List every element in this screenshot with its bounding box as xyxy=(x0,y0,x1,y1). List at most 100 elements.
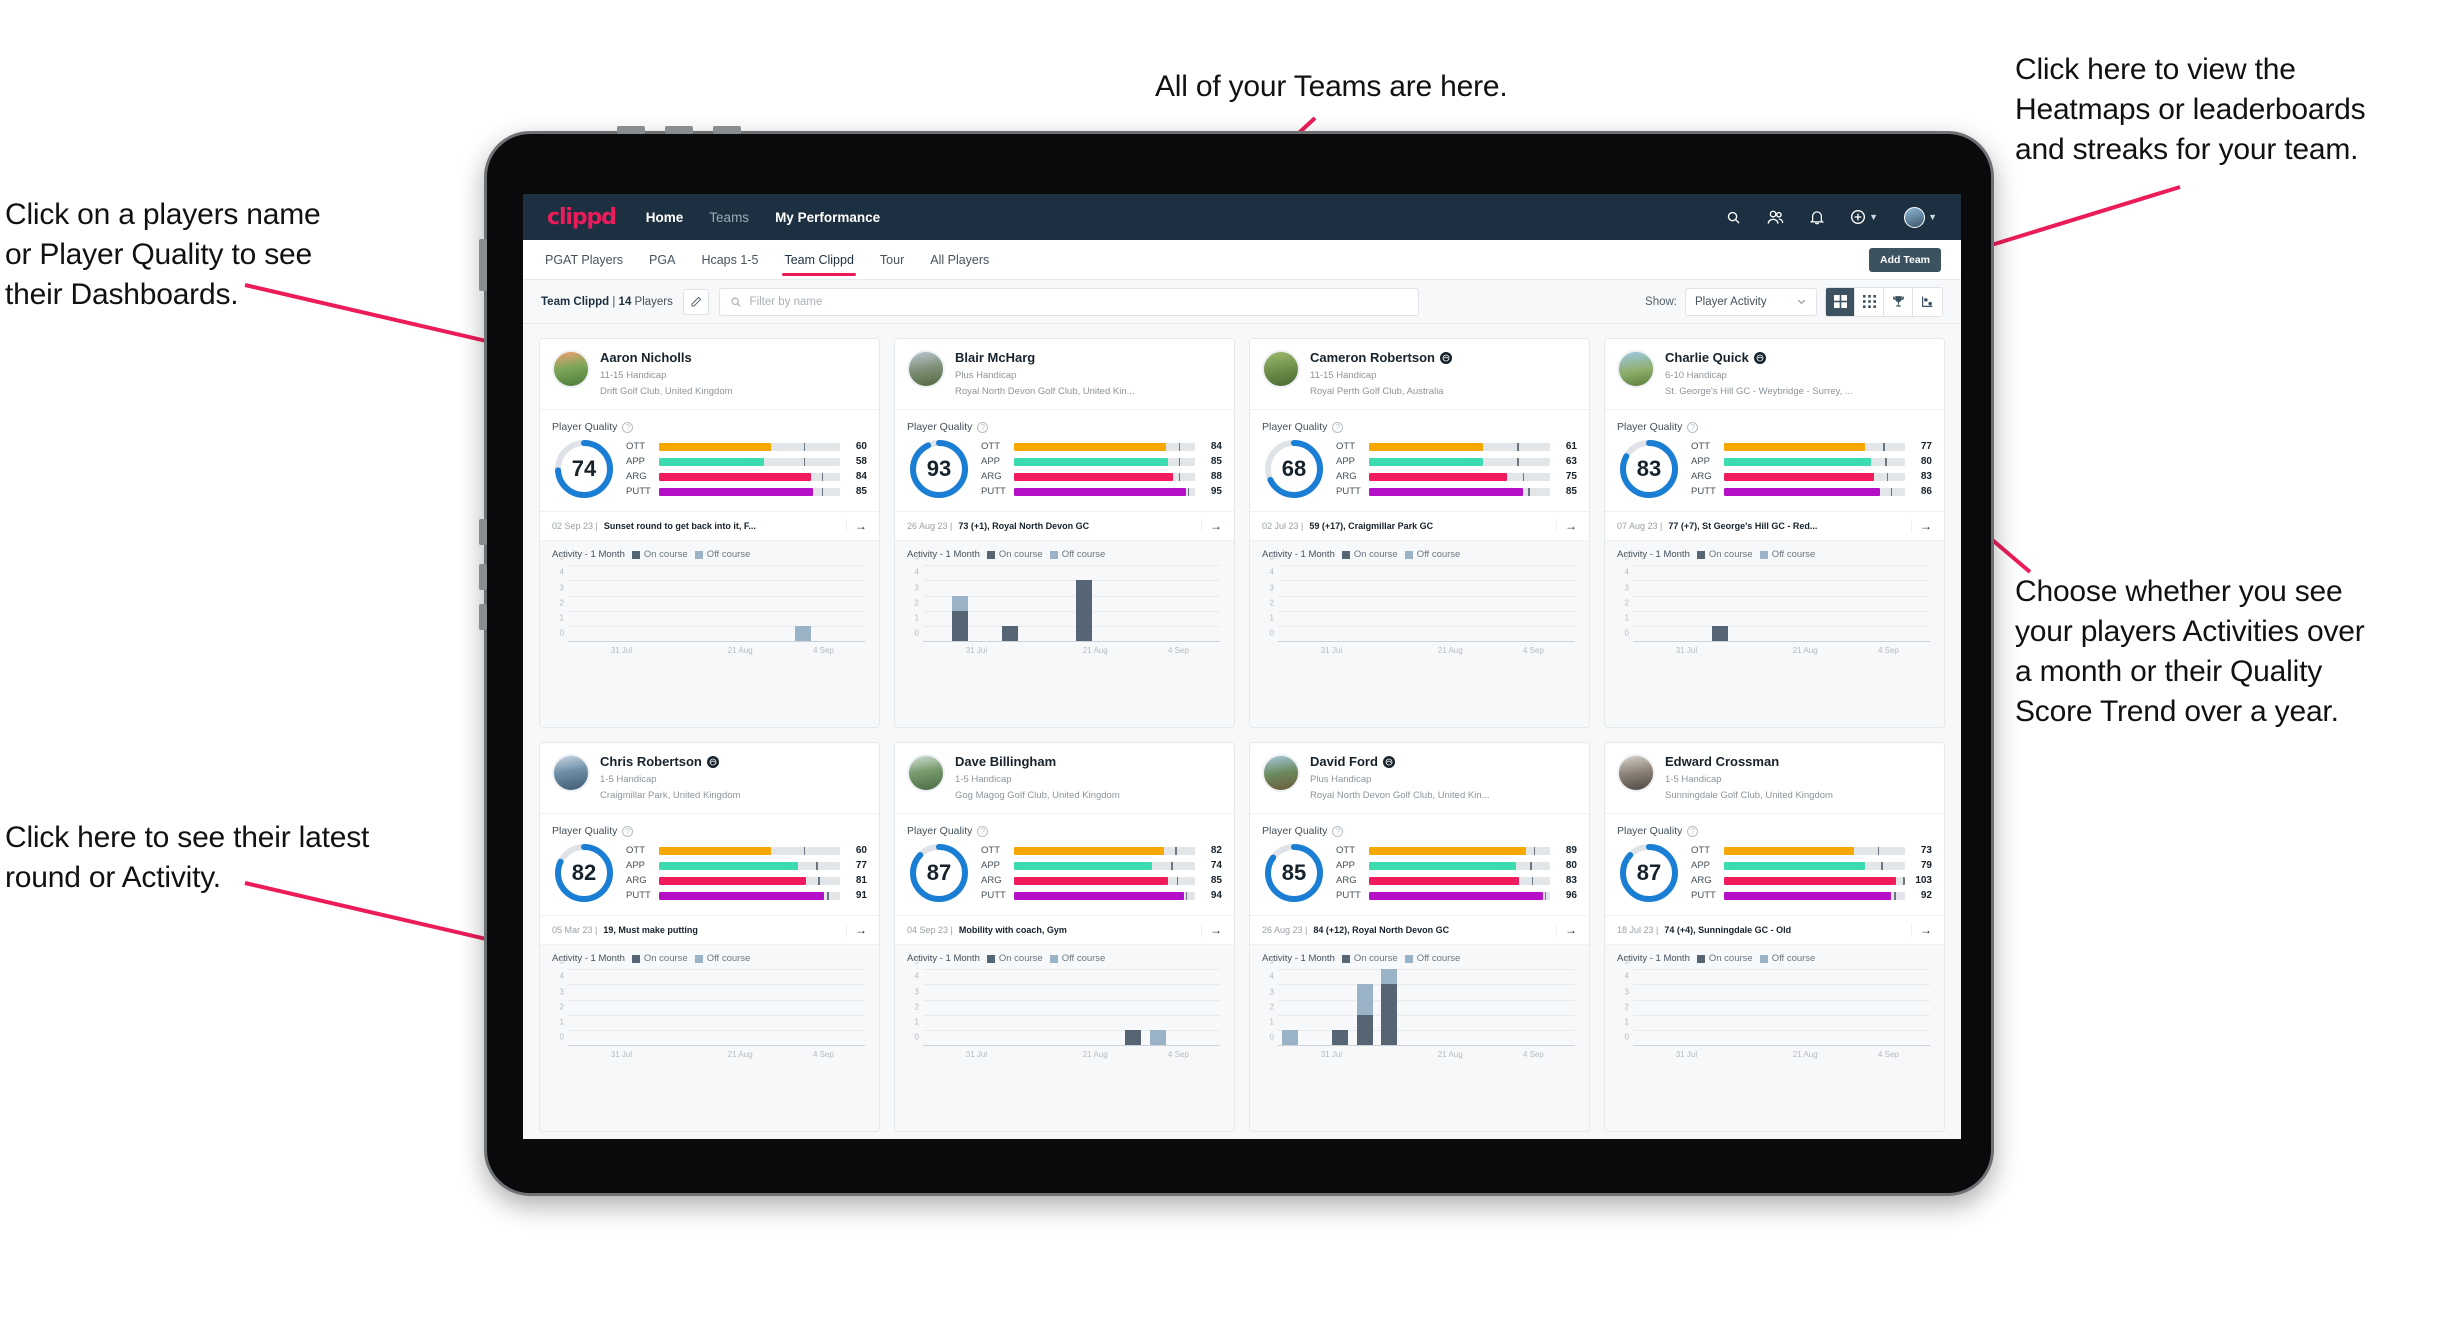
metric-label: PUTT xyxy=(1336,486,1361,498)
quality-metrics: OTT 61 APP 63 ARG 75 PUTT 85 xyxy=(1336,441,1577,497)
activity-chart-section: Activity - 1 Month On course Off course 0 1 2… xyxy=(895,944,1234,1131)
latest-round-row[interactable]: 26 Aug 23 | 73 (+1), Royal North Devon GC… xyxy=(895,511,1234,540)
avatar[interactable] xyxy=(552,754,590,792)
player-name[interactable]: Dave Billingham xyxy=(955,754,1120,770)
help-icon[interactable]: ? xyxy=(977,825,989,837)
y-tick-label: 3 xyxy=(559,987,564,997)
player-card[interactable]: Charlie Quick 6-10 Handicap St. George's H… xyxy=(1604,338,1945,728)
player-quality-section[interactable]: Player Quality? 93 OTT 84 APP 85 ARG 88 PUTT 95 xyxy=(895,409,1234,511)
avatar[interactable]: ▼ xyxy=(1904,206,1937,228)
avatar[interactable] xyxy=(907,350,945,388)
player-card[interactable]: Edward Crossman 1-5 Handicap Sunningdale G… xyxy=(1604,742,1945,1132)
search-input[interactable] xyxy=(749,295,1408,308)
player-name[interactable]: Blair McHarg xyxy=(955,350,1135,366)
arrow-right-icon[interactable]: → xyxy=(846,519,867,534)
help-icon[interactable]: ? xyxy=(622,825,634,837)
nav-my-performance[interactable]: My Performance xyxy=(775,210,880,225)
x-tick-label: 4 Sep xyxy=(1522,646,1544,656)
arrow-right-icon[interactable]: → xyxy=(1201,923,1222,938)
streaks-icon[interactable] xyxy=(1913,287,1942,316)
arrow-right-icon[interactable]: → xyxy=(1911,923,1932,938)
latest-round-row[interactable]: 02 Jul 23 | 59 (+17), Craigmillar Park GC… xyxy=(1250,511,1589,540)
avatar[interactable] xyxy=(552,350,590,388)
verified-badge-icon xyxy=(1439,351,1452,364)
round-date: 02 Jul 23 | xyxy=(1262,521,1304,532)
gridline xyxy=(1278,565,1575,567)
player-card[interactable]: Aaron Nicholls 11-15 Handicap Drift Golf C… xyxy=(539,338,880,728)
player-name[interactable]: Chris Robertson xyxy=(600,754,740,770)
y-tick-label: 2 xyxy=(1269,1002,1274,1012)
player-quality-section[interactable]: Player Quality? 68 OTT 61 APP 63 ARG 75 PUTT 85 xyxy=(1250,409,1589,511)
latest-round-row[interactable]: 07 Aug 23 | 77 (+7), St George's Hill GC … xyxy=(1605,511,1944,540)
latest-round-row[interactable]: 26 Aug 23 | 84 (+12), Royal North Devon G… xyxy=(1250,915,1589,944)
player-info: David Ford Plus Handicap Royal North Devon… xyxy=(1310,754,1490,803)
player-quality-label: Player Quality? xyxy=(1617,421,1932,433)
metric-value: 60 xyxy=(855,441,867,453)
latest-round-row[interactable]: 04 Sep 23 | Mobility with coach, Gym → xyxy=(895,915,1234,944)
player-quality-section[interactable]: Player Quality? 82 OTT 60 APP 77 ARG 81 PUTT 91 xyxy=(540,813,879,915)
plus-circle-icon[interactable]: ▼ xyxy=(1850,209,1878,225)
latest-round-row[interactable]: 18 Jul 23 | 74 (+4), Sunningdale GC - Old… xyxy=(1605,915,1944,944)
activity-bar-chart: 0 1 2 3 4 5 31 Jul 21 Aug 4 Sep xyxy=(1262,553,1577,658)
help-icon[interactable]: ? xyxy=(1332,825,1344,837)
player-quality-section[interactable]: Player Quality? 74 OTT 60 APP 58 ARG 84 PUTT 85 xyxy=(540,409,879,511)
help-icon[interactable]: ? xyxy=(622,421,634,433)
arrow-right-icon[interactable]: → xyxy=(846,923,867,938)
heatmap-view-icon[interactable] xyxy=(1855,287,1884,316)
player-card[interactable]: Chris Robertson 1-5 Handicap Craigmillar P… xyxy=(539,742,880,1132)
chart-y-axis: 0 1 2 3 4 5 xyxy=(1262,553,1276,642)
nav-home[interactable]: Home xyxy=(646,210,684,225)
quality-metric-row: PUTT 85 xyxy=(626,486,867,497)
round-date: 04 Sep 23 | xyxy=(907,925,953,936)
player-name[interactable]: Cameron Robertson xyxy=(1310,350,1452,366)
arrow-right-icon[interactable]: → xyxy=(1556,923,1577,938)
people-icon[interactable] xyxy=(1767,210,1784,225)
subtab-pga[interactable]: PGA xyxy=(647,243,677,276)
arrow-right-icon[interactable]: → xyxy=(1911,519,1932,534)
player-name[interactable]: Edward Crossman xyxy=(1665,754,1833,770)
player-quality-section[interactable]: Player Quality? 83 OTT 77 APP 80 ARG 83 PUTT 86 xyxy=(1605,409,1944,511)
help-icon[interactable]: ? xyxy=(977,421,989,433)
avatar[interactable] xyxy=(1262,754,1300,792)
activity-chart-header: Activity - 1 Month On course Off course xyxy=(1617,549,1932,560)
player-quality-section[interactable]: Player Quality? 87 OTT 73 APP 79 ARG 103 PUTT 92 xyxy=(1605,813,1944,915)
subtab-pgat-players[interactable]: PGAT Players xyxy=(543,243,625,276)
subtab-all-players[interactable]: All Players xyxy=(928,243,991,276)
player-quality-section[interactable]: Player Quality? 87 OTT 82 APP 74 ARG 85 PUTT 94 xyxy=(895,813,1234,915)
trophy-icon[interactable] xyxy=(1884,287,1913,316)
latest-round-row[interactable]: 05 Mar 23 | 19, Must make putting → xyxy=(540,915,879,944)
player-name[interactable]: Charlie Quick xyxy=(1665,350,1853,366)
arrow-right-icon[interactable]: → xyxy=(1556,519,1577,534)
help-icon[interactable]: ? xyxy=(1687,421,1699,433)
grid-view-icon[interactable] xyxy=(1826,287,1855,316)
pencil-icon[interactable] xyxy=(682,288,709,315)
nav-teams[interactable]: Teams xyxy=(709,210,749,225)
player-name[interactable]: David Ford xyxy=(1310,754,1490,770)
add-team-button[interactable]: Add Team xyxy=(1869,247,1941,272)
player-card[interactable]: Blair McHarg Plus Handicap Royal North Dev… xyxy=(894,338,1235,728)
help-icon[interactable]: ? xyxy=(1332,421,1344,433)
player-card[interactable]: David Ford Plus Handicap Royal North Devon… xyxy=(1249,742,1590,1132)
clippd-logo[interactable]: clippd xyxy=(547,205,617,230)
avatar[interactable] xyxy=(1617,350,1655,388)
quality-score-ring: 82 xyxy=(552,841,616,905)
avatar[interactable] xyxy=(907,754,945,792)
avatar[interactable] xyxy=(1262,350,1300,388)
avatar[interactable] xyxy=(1617,754,1655,792)
subtab-tour[interactable]: Tour xyxy=(878,243,906,276)
help-icon[interactable]: ? xyxy=(1687,825,1699,837)
subtab-team-clippd[interactable]: Team Clippd xyxy=(782,243,857,276)
player-name[interactable]: Aaron Nicholls xyxy=(600,350,733,366)
player-card[interactable]: Cameron Robertson 11-15 Handicap Royal Per… xyxy=(1249,338,1590,728)
player-info: Aaron Nicholls 11-15 Handicap Drift Golf C… xyxy=(600,350,733,399)
player-card[interactable]: Dave Billingham 1-5 Handicap Gog Magog Gol… xyxy=(894,742,1235,1132)
subtab-hcaps-1-5[interactable]: Hcaps 1-5 xyxy=(699,243,760,276)
search-input-wrapper[interactable] xyxy=(718,287,1419,316)
player-quality-section[interactable]: Player Quality? 85 OTT 89 APP 80 ARG 83 PUTT 96 xyxy=(1250,813,1589,915)
bell-icon[interactable] xyxy=(1810,210,1825,225)
search-icon[interactable] xyxy=(1726,210,1741,225)
arrow-right-icon[interactable]: → xyxy=(1201,519,1222,534)
player-handicap: 1-5 Handicap xyxy=(600,773,657,785)
latest-round-row[interactable]: 02 Sep 23 | Sunset round to get back into… xyxy=(540,511,879,540)
show-select[interactable]: Player Activity xyxy=(1685,287,1817,316)
